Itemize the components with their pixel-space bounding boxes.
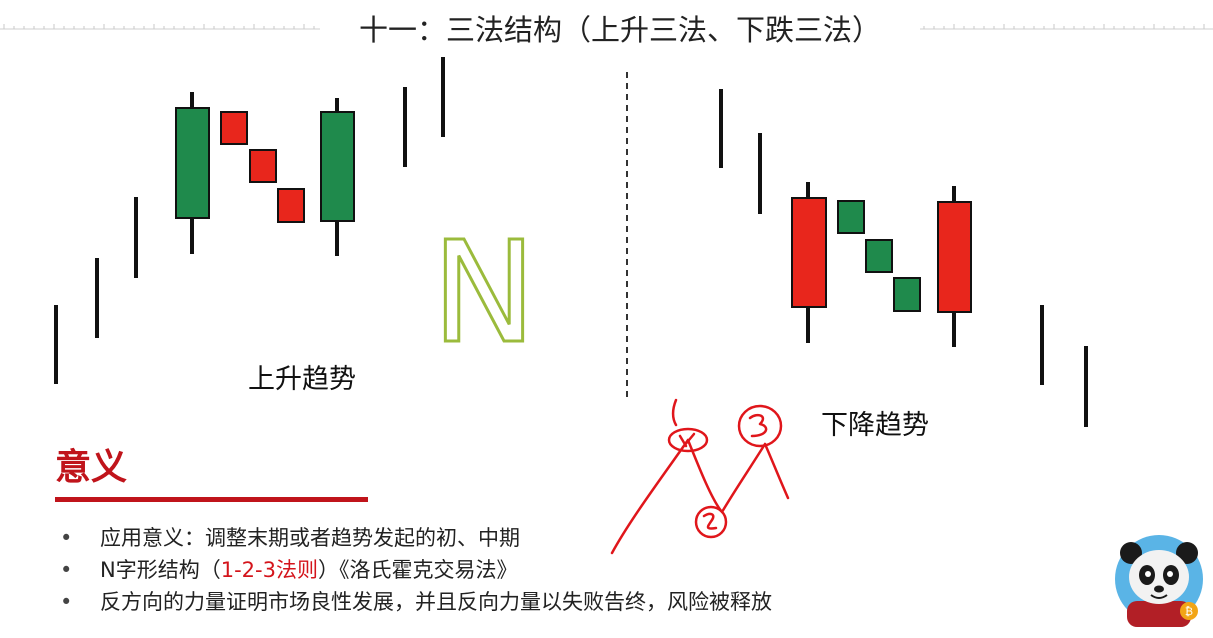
bullet-item-application: • 应用意义：调整末期或者趋势发起的初、中期 <box>60 522 772 554</box>
bullet-dot: • <box>60 526 73 550</box>
meaning-underline <box>55 497 368 502</box>
up-trend-label: 上升趋势 <box>248 364 356 395</box>
svg-text:₿: ₿ <box>1185 605 1193 618</box>
up-bear-candle-1 <box>220 111 248 145</box>
bullet-dot: • <box>60 590 73 614</box>
bullet-text-post: ）《洛氏霍克交易法》 <box>317 558 518 582</box>
panda-avatar: ₿ <box>1115 535 1203 627</box>
up-bear-candle-2 <box>249 149 277 183</box>
down-bull-candle-2 <box>865 239 893 273</box>
meaning-heading: 意义 <box>55 447 128 488</box>
up-bull-candle-1 <box>175 92 210 254</box>
down-bull-candle-1 <box>837 200 865 234</box>
down-bull-candle-3 <box>893 277 921 312</box>
bullet-text: 应用意义：调整末期或者趋势发起的初、中期 <box>100 526 520 550</box>
up-trend-group: N <box>54 57 538 384</box>
bullet-item-n-structure: • N字形结构（1-2-3法则）《洛氏霍克交易法》 <box>60 554 772 586</box>
bullet-text: 反方向的力量证明市场良性发展，并且反向力量以失败告终，风险被释放 <box>100 590 772 614</box>
meaning-bullet-list: • 应用意义：调整末期或者趋势发起的初、中期 • N字形结构（1-2-3法则）《… <box>60 522 772 618</box>
down-bear-candle-1 <box>791 182 827 343</box>
bullet-text-pre: N字形结构（ <box>100 558 221 582</box>
down-trend-label: 下降趋势 <box>821 410 929 441</box>
up-bear-candle-3 <box>277 188 305 223</box>
n-letter: N <box>432 212 537 375</box>
bullet-text-highlight: 1-2-3法则 <box>220 558 318 582</box>
bullet-dot: • <box>60 558 73 582</box>
up-bull-candle-2 <box>320 98 355 256</box>
bullet-item-opposite-force: • 反方向的力量证明市场良性发展，并且反向力量以失败告终，风险被释放 <box>60 586 772 618</box>
down-trend-group <box>719 89 1088 427</box>
down-bear-candle-2 <box>937 186 972 347</box>
